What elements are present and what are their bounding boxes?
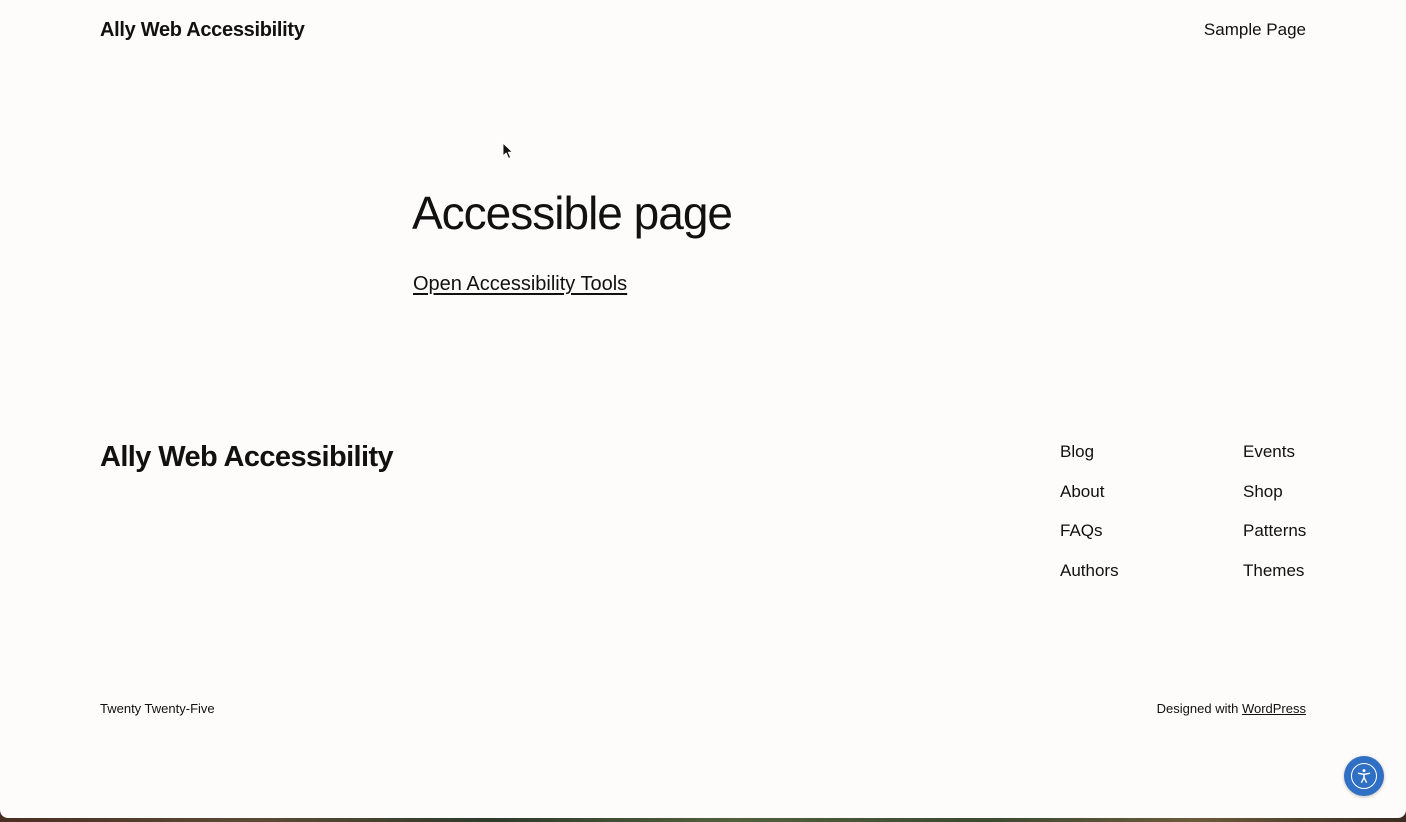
footer-nav-column-2: Events Shop Patterns Themes bbox=[1243, 442, 1306, 601]
nav-link-sample-page[interactable]: Sample Page bbox=[1204, 20, 1306, 40]
mouse-cursor-icon bbox=[502, 142, 513, 159]
theme-credit: Twenty Twenty-Five bbox=[100, 701, 215, 716]
page-title: Accessible page bbox=[412, 187, 733, 239]
open-accessibility-tools-link[interactable]: Open Accessibility Tools bbox=[413, 273, 627, 296]
designed-with-credit: Designed with WordPress bbox=[1157, 701, 1306, 716]
wordpress-link[interactable]: WordPress bbox=[1242, 701, 1306, 716]
footer-link-patterns[interactable]: Patterns bbox=[1243, 521, 1306, 540]
footer-link-authors[interactable]: Authors bbox=[1060, 561, 1119, 580]
designed-with-text: Designed with bbox=[1156, 701, 1242, 716]
accessibility-widget-button[interactable] bbox=[1344, 756, 1384, 796]
accessibility-icon bbox=[1351, 763, 1377, 789]
footer-site-title[interactable]: Ally Web Accessibility bbox=[100, 441, 394, 474]
footer-link-about[interactable]: About bbox=[1060, 482, 1104, 501]
page: Ally Web Accessibility Sample Page Acces… bbox=[0, 0, 1406, 818]
footer-link-themes[interactable]: Themes bbox=[1243, 561, 1304, 580]
footer-link-blog[interactable]: Blog bbox=[1060, 442, 1094, 461]
footer-link-shop[interactable]: Shop bbox=[1243, 482, 1283, 501]
site-title-link[interactable]: Ally Web Accessibility bbox=[100, 19, 305, 42]
footer-link-events[interactable]: Events bbox=[1243, 442, 1295, 461]
footer-link-faqs[interactable]: FAQs bbox=[1060, 521, 1103, 540]
footer-nav-column-1: Blog About FAQs Authors bbox=[1060, 442, 1119, 601]
